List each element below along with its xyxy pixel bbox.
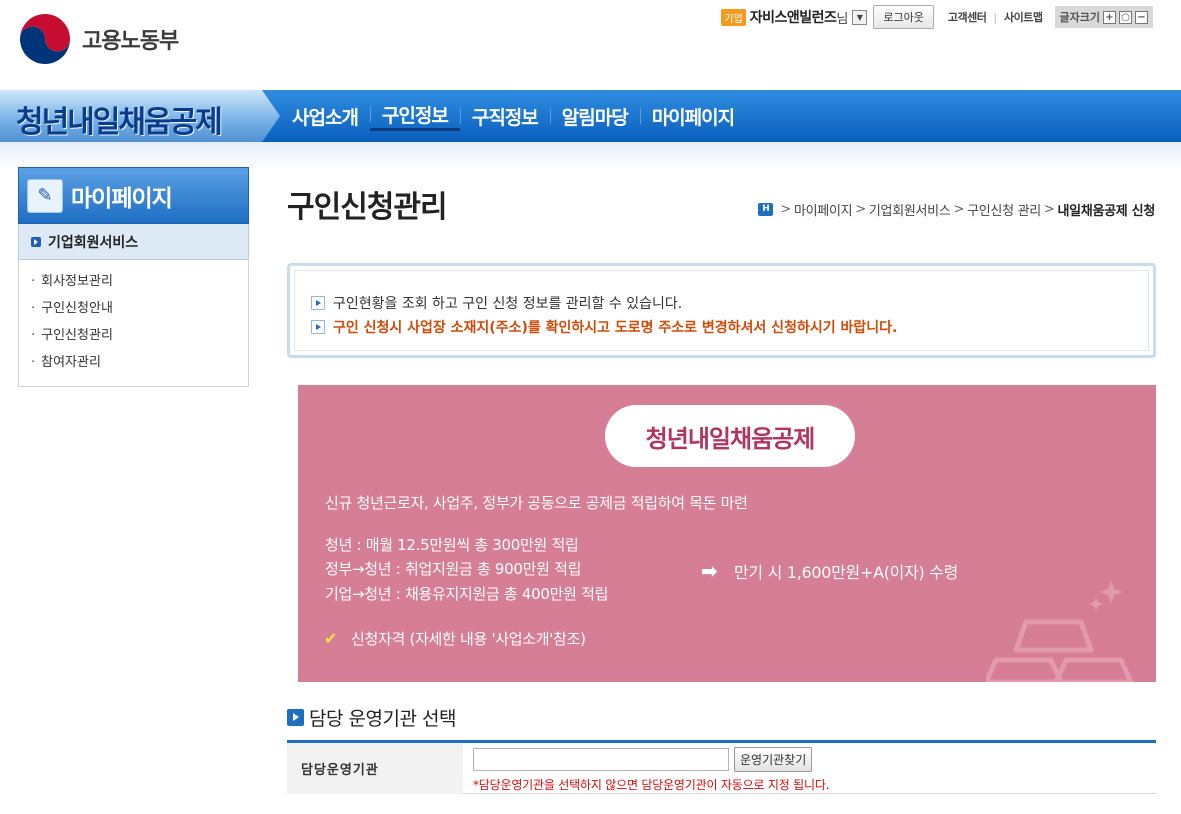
program-banner: 청년내일채움공제 신규 청년근로자, 사업주, 정부가 공동으로 공제금 적립하… [298,385,1156,682]
user-type-badge: 기업 [721,8,746,26]
user-suffix: 님 [836,11,849,27]
chevron-right-icon: > [1043,202,1055,217]
font-size-label: 글자크기 [1059,11,1100,24]
font-increase-button[interactable]: + [1103,10,1116,24]
lnb-section-corporate-service[interactable]: 기업회원서비스 [18,224,249,260]
lnb-title: ✎ 마이페이지 [18,167,249,224]
gnb-menu: 사업소개 구인정보 구직정보 알림마당 마이페이지 [280,90,746,142]
breadcrumb-item-corporate-service[interactable]: 기업회원서비스 [869,200,951,219]
gnb-item-notice[interactable]: 알림마당 [549,103,640,130]
check-icon: ✔ [324,629,338,648]
font-size-control: 글자크기 + ○ − [1054,6,1153,28]
chevron-right-icon: > [780,202,791,217]
user-name: 자비스앤빌런즈 [749,10,837,26]
breadcrumb-current: 내일채움공제 신청 [1057,204,1155,219]
lnb-item-participant-manage[interactable]: 참여자관리 [31,349,248,376]
lnb-item-company-info[interactable]: 회사정보관리 [31,268,248,295]
gnb-item-mypage[interactable]: 마이페이지 [639,103,746,130]
banner-qualification: 신청자격 (자세한 내용 '사업소개'참조) [351,630,586,648]
info-box: 구인현황을 조회 하고 구인 신청 정보를 관리할 수 있습니다. 구인 신청시… [287,263,1156,358]
sitemap-link[interactable]: 사이트맵 [1004,9,1043,25]
logo-text: 고용노동부 [82,29,179,54]
lnb-item-job-offer-guide[interactable]: 구인신청안내 [31,295,248,322]
arrow-bullet-icon [31,236,41,247]
section-title-text: 담당 운영기관 선택 [309,708,456,730]
banner-row-youth: 청년 : 매월 12.5만원씩 총 300만원 적립 [325,536,579,554]
gnb-item-job-offers[interactable]: 구인정보 [369,101,460,131]
global-navigation: 청년내일채움공제 사업소개 구인정보 구직정보 알림마당 마이페이지 [0,90,1181,142]
operator-label: 담당운영기관 [287,743,463,794]
logout-button[interactable]: 로그아웃 [873,5,934,29]
info-box-inner: 구인현황을 조회 하고 구인 신청 정보를 관리할 수 있습니다. 구인 신청시… [294,270,1149,351]
customer-center-link[interactable]: 고객센터 [948,9,987,25]
chevron-right-icon: > [855,202,866,217]
banner-title: 청년내일채움공제 [605,405,855,467]
gold-bar-decoration-icon [986,580,1134,682]
lnb-title-text: 마이페이지 [71,185,173,212]
arrow-bullet-icon [311,296,325,310]
operator-input[interactable] [473,748,729,771]
lnb-list: 회사정보관리 구인신청안내 구인신청관리 참여자관리 [18,260,249,387]
gnb-item-business-intro[interactable]: 사업소개 [280,103,370,130]
font-reset-button[interactable]: ○ [1119,10,1132,24]
info-warning-text: 구인 신청시 사업장 소재지(주소)를 확인하시고 도로명 주소로 변경하셔서 … [333,320,898,336]
side-navigation: ✎ 마이페이지 기업회원서비스 회사정보관리 구인신청안내 구인신청관리 참여자… [18,167,249,387]
banner-subtitle: 신규 청년근로자, 사업주, 정부가 공동으로 공제금 적립하여 목돈 마련 [325,494,748,512]
gnb-item-job-seeking[interactable]: 구직정보 [459,103,550,130]
info-line: 구인현황을 조회 하고 구인 신청 정보를 관리할 수 있습니다. [311,293,682,313]
breadcrumb-item-job-offer-manage[interactable]: 구인신청 관리 [967,200,1041,219]
separator: | [993,10,998,24]
chevron-right-icon: > [953,202,965,217]
brand-link[interactable]: 청년내일채움공제 [0,90,280,142]
gnb-shadow [0,142,1181,170]
taegeuk-logo-icon [20,14,70,64]
arrow-right-icon: ➡ [701,559,718,583]
breadcrumb-item-mypage[interactable]: 마이페이지 [794,200,853,219]
arrow-bullet-icon [311,320,325,334]
brand-title: 청년내일채움공제 [16,105,223,140]
utility-bar: 기업 자비스앤빌런즈 님 ▼ 로그아웃 고객센터 | 사이트맵 글자크기 + ○… [721,5,1153,29]
banner-row-company: 기업→청년 : 채용유지지원금 총 400만원 적립 [325,585,609,603]
page-title: 구인신청관리 [287,190,448,225]
ministry-logo[interactable]: 고용노동부 [18,12,179,66]
operator-form-table: 담당운영기관 운영기관찾기 *담당운영기관을 선택하지 않으면 담당운영기관이 … [287,740,1156,794]
operator-search-button[interactable]: 운영기관찾기 [734,747,813,772]
info-warning-line: 구인 신청시 사업장 소재지(주소)를 확인하시고 도로명 주소로 변경하셔서 … [311,317,897,337]
arrow-bullet-icon [287,709,304,726]
lnb-section-label: 기업회원서비스 [48,234,139,251]
user-menu-dropdown-icon[interactable]: ▼ [852,9,868,25]
edit-note-icon: ✎ [27,178,63,213]
breadcrumb: H > 마이페이지 > 기업회원서비스 > 구인신청 관리 > 내일채움공제 신… [758,200,1155,219]
lnb-item-job-offer-manage[interactable]: 구인신청관리 [31,322,248,349]
info-text: 구인현황을 조회 하고 구인 신청 정보를 관리할 수 있습니다. [333,296,683,312]
banner-row-government: 정부→청년 : 취업지원금 총 900만원 적립 [325,560,582,578]
home-icon[interactable]: H [758,203,774,216]
font-decrease-button[interactable]: − [1135,10,1148,24]
banner-result: 만기 시 1,600만원+A(이자) 수령 [734,563,959,582]
section-title: 담당 운영기관 선택 [287,704,456,731]
operator-note: *담당운영기관을 선택하지 않으면 담당운영기관이 자동으로 지정 됩니다. [473,778,830,792]
